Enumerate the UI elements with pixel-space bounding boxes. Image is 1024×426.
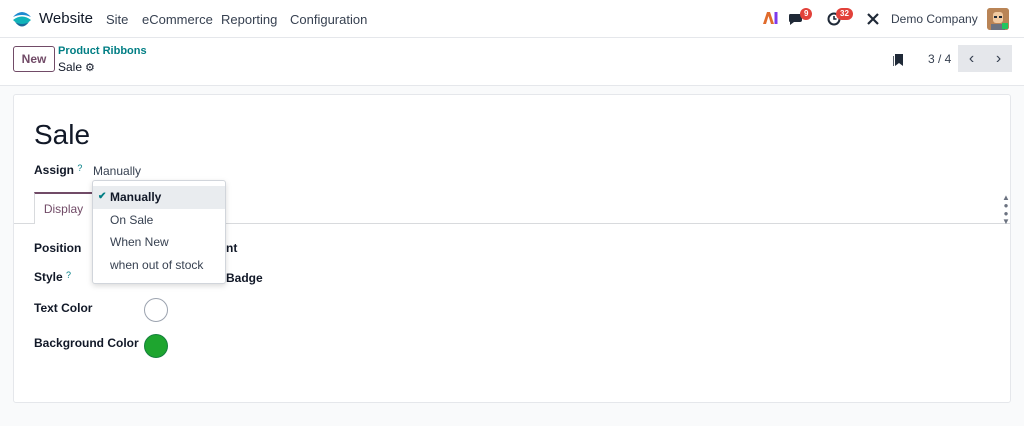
company-switcher[interactable]: Demo Company <box>891 12 978 26</box>
help-tooltip-icon[interactable]: ? <box>77 163 82 173</box>
assign-dropdown-menu: ✔ Manually On Sale When New when out of … <box>92 180 226 284</box>
bookmark-icon[interactable] <box>893 53 905 67</box>
tab-display[interactable]: Display <box>34 192 93 224</box>
dropdown-option-when-new[interactable]: When New <box>93 231 225 254</box>
breadcrumb-product-ribbons[interactable]: Product Ribbons <box>58 45 147 57</box>
style-label: Style ? <box>34 270 72 284</box>
top-navbar: Website Site eCommerce Reporting Configu… <box>0 0 1024 38</box>
record-title[interactable]: Sale <box>34 119 90 151</box>
help-tooltip-icon[interactable]: ? <box>66 270 71 280</box>
pager-previous-button[interactable]: ‹ <box>958 45 985 72</box>
messages-count-badge: 9 <box>800 8 813 20</box>
position-value[interactable]: nt <box>226 241 237 255</box>
dropdown-option-manually[interactable]: ✔ Manually <box>93 186 225 209</box>
user-avatar[interactable] <box>987 8 1009 30</box>
dropdown-option-when-out-of-stock[interactable]: when out of stock <box>93 254 225 277</box>
ai-assistant-icon[interactable] <box>762 11 778 25</box>
text-color-swatch[interactable] <box>144 298 168 322</box>
menu-item-ecommerce[interactable]: eCommerce <box>142 12 213 27</box>
chevron-left-icon: ‹ <box>968 49 975 67</box>
assign-label: Assign ? <box>34 163 83 177</box>
chevron-right-icon: › <box>995 49 1002 67</box>
background-color-swatch[interactable] <box>144 334 168 358</box>
menu-item-configuration[interactable]: Configuration <box>290 12 367 27</box>
text-color-label: Text Color <box>34 301 93 315</box>
assign-select[interactable]: Manually <box>93 164 141 178</box>
dropdown-option-on-sale[interactable]: On Sale <box>93 209 225 232</box>
debug-tools-icon[interactable] <box>866 12 880 26</box>
gear-icon[interactable]: ⚙ <box>85 61 95 74</box>
activities-count-badge: 32 <box>836 8 853 20</box>
new-button[interactable]: New <box>13 46 55 72</box>
style-value[interactable]: Badge <box>226 271 263 285</box>
menu-item-site[interactable]: Site <box>106 12 128 27</box>
breadcrumb-current-record: Sale <box>58 60 83 74</box>
pager-next-button[interactable]: › <box>985 45 1012 72</box>
scroll-indicator[interactable]: ▲ ● ● ▼ <box>1001 194 1011 226</box>
app-name[interactable]: Website <box>39 10 93 27</box>
website-app-icon[interactable] <box>11 9 33 29</box>
check-icon: ✔ <box>98 191 107 202</box>
background-color-label: Background Color <box>34 336 139 350</box>
control-panel: New Product Ribbons Sale ⚙ 3 / 4 ‹ › <box>0 38 1024 86</box>
position-label: Position <box>34 241 82 255</box>
menu-item-reporting[interactable]: Reporting <box>221 12 277 27</box>
pager-value[interactable]: 3 / 4 <box>928 52 951 66</box>
